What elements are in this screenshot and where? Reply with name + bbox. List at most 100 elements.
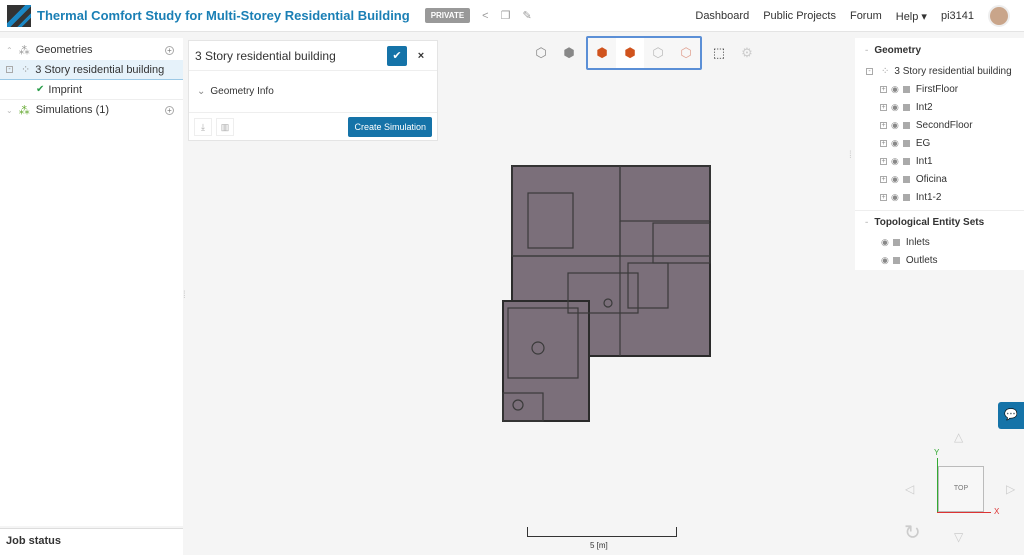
expand-icon[interactable]: +: [880, 85, 887, 93]
tree-simulations[interactable]: ⌄ ⁂ Simulations (1) +: [0, 100, 183, 120]
geometries-label: Geometries: [35, 44, 93, 56]
expand-icon[interactable]: +: [880, 157, 887, 165]
download-icon[interactable]: ⤓: [194, 117, 212, 136]
view-cube-face[interactable]: TOP: [938, 466, 984, 512]
expand-icon[interactable]: +: [880, 139, 887, 147]
select-point-icon[interactable]: ⬡: [672, 38, 700, 68]
expand-icon[interactable]: +: [880, 175, 887, 183]
collapse-icon[interactable]: ⌃: [6, 46, 13, 55]
nav-public-projects[interactable]: Public Projects: [763, 10, 836, 22]
set-icon: [892, 256, 900, 264]
imprint-check-icon: ✔: [36, 84, 45, 95]
expand-icon[interactable]: +: [880, 193, 887, 201]
building-model[interactable]: [498, 163, 718, 425]
wireframe-view-icon[interactable]: ⬡: [527, 38, 555, 68]
part-icon: [902, 157, 910, 165]
rotate-right-icon[interactable]: ▷: [1006, 482, 1015, 496]
y-axis-label: Y: [934, 448, 940, 457]
avatar[interactable]: [988, 5, 1010, 27]
part-icon: [902, 103, 910, 111]
collapse-icon[interactable]: -: [6, 66, 13, 73]
part-label: Int1-2: [915, 191, 942, 203]
nav-dashboard[interactable]: Dashboard: [695, 10, 749, 22]
tree-root[interactable]: - ⁘ 3 Story residential building: [855, 62, 1024, 80]
part-label: Int2: [915, 101, 933, 113]
confirm-button[interactable]: ✔: [387, 45, 407, 66]
select-face-icon[interactable]: ⬢: [616, 38, 644, 68]
select-edge-icon[interactable]: ⬡: [644, 38, 672, 68]
collapse-icon[interactable]: ⌄: [6, 106, 13, 115]
view-cube[interactable]: TOP △ ▽ ◁ ▷ ↻ Y X: [900, 430, 1024, 555]
rotate-left-icon[interactable]: ◁: [905, 482, 914, 496]
settings-icon[interactable]: ⚙: [733, 38, 761, 68]
create-simulation-button[interactable]: Create Simulation: [348, 116, 432, 137]
tree-geometries[interactable]: ⌃ ⁂ Geometries +: [0, 40, 183, 60]
simulations-label: Simulations (1): [35, 104, 110, 116]
set-label: Inlets: [905, 236, 930, 248]
geometry-part-item[interactable]: + ◉ EG: [855, 134, 1024, 152]
geometry-part-item[interactable]: + ◉ Int1-2: [855, 188, 1024, 206]
geometry-part-item[interactable]: + ◉ Int2: [855, 98, 1024, 116]
resize-handle[interactable]: ⁞: [849, 150, 852, 161]
tree-geometry-item[interactable]: - ⁘ 3 Story residential building: [0, 60, 183, 80]
eye-icon[interactable]: ◉: [881, 237, 889, 248]
part-label: SecondFloor: [915, 119, 973, 131]
part-icon: [902, 121, 910, 129]
eye-icon[interactable]: ◉: [891, 138, 899, 149]
simscale-logo[interactable]: [7, 4, 31, 27]
top-nav: Dashboard Public Projects Forum Help ▾ p…: [695, 0, 1024, 32]
x-axis: [937, 512, 991, 513]
collapse-icon[interactable]: -: [866, 67, 873, 75]
nav-user[interactable]: pi3141: [941, 10, 974, 22]
add-geometry-button[interactable]: +: [165, 45, 174, 55]
part-label: FirstFloor: [915, 83, 959, 95]
tree-imprint[interactable]: ✔ Imprint: [0, 80, 183, 100]
rotate-up-icon[interactable]: △: [954, 430, 963, 444]
geometry-info-section[interactable]: ⌄ Geometry Info: [189, 71, 437, 113]
nav-forum[interactable]: Forum: [850, 10, 882, 22]
eye-icon[interactable]: ◉: [891, 102, 899, 113]
chat-button[interactable]: 💬: [998, 402, 1024, 429]
eye-icon[interactable]: ◉: [891, 120, 899, 131]
nav-help[interactable]: Help ▾: [896, 10, 927, 23]
close-button[interactable]: ×: [411, 50, 431, 62]
eye-icon[interactable]: ◉: [891, 156, 899, 167]
imprint-label: Imprint: [48, 83, 83, 96]
set-item[interactable]: ◉ Outlets: [855, 251, 1024, 269]
geometry-part-item[interactable]: + ◉ Int1: [855, 152, 1024, 170]
part-icon: [902, 175, 910, 183]
solid-view-icon[interactable]: ⬢: [555, 38, 583, 68]
resize-handle[interactable]: ⁞: [183, 290, 186, 301]
select-volume-icon[interactable]: ⬢: [588, 38, 616, 68]
rotate-down-icon[interactable]: ▽: [954, 530, 963, 544]
entity-sets-header[interactable]: - Topological Entity Sets: [855, 211, 1024, 233]
x-axis-label: X: [994, 507, 1000, 516]
edit-icon[interactable]: ✎: [522, 9, 531, 22]
simulations-icon: ⁂: [18, 104, 30, 117]
delete-icon[interactable]: ▥: [216, 117, 234, 136]
rotate-around-icon[interactable]: ↻: [904, 520, 921, 545]
project-title: Thermal Comfort Study for Multi-Storey R…: [37, 8, 410, 23]
privacy-badge: PRIVATE: [424, 8, 471, 23]
geometry-icon: ⁘: [881, 65, 890, 77]
eye-icon[interactable]: ◉: [891, 192, 899, 203]
geometry-header[interactable]: - Geometry: [855, 38, 1024, 62]
geometry-name-input[interactable]: 3 Story residential building: [195, 49, 387, 63]
set-item[interactable]: ◉ Inlets: [855, 233, 1024, 251]
copy-icon[interactable]: ❐: [501, 9, 511, 22]
eye-icon[interactable]: ◉: [881, 255, 889, 266]
eye-icon[interactable]: ◉: [891, 174, 899, 185]
job-status[interactable]: Job status: [0, 528, 183, 555]
add-simulation-button[interactable]: +: [165, 105, 174, 115]
geometry-part-item[interactable]: + ◉ SecondFloor: [855, 116, 1024, 134]
geometry-part-item[interactable]: + ◉ Oficina: [855, 170, 1024, 188]
eye-icon[interactable]: ◉: [891, 84, 899, 95]
geometry-item-label: 3 Story residential building: [35, 63, 165, 76]
box-select-icon[interactable]: ⬚: [705, 38, 733, 68]
scale-bar: [527, 527, 677, 537]
share-icon[interactable]: <: [482, 10, 488, 22]
root-label: 3 Story residential building: [894, 65, 1012, 77]
expand-icon[interactable]: +: [880, 103, 887, 111]
geometry-part-item[interactable]: + ◉ FirstFloor: [855, 80, 1024, 98]
expand-icon[interactable]: +: [880, 121, 887, 129]
